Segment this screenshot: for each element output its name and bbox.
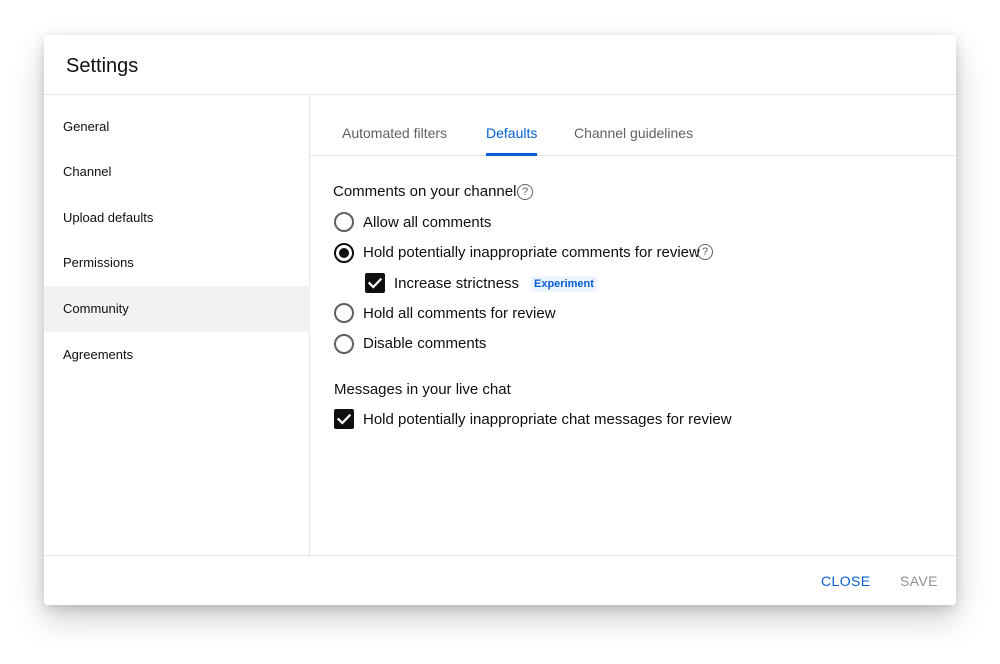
sidebar-item-general[interactable]: General [44,104,310,150]
help-icon[interactable]: ? [697,244,713,260]
sidebar-item-channel[interactable]: Channel [44,149,310,195]
sidebar-item-upload-defaults[interactable]: Upload defaults [44,195,310,241]
allow-all-comments-radio[interactable] [334,212,354,232]
help-icon[interactable]: ? [517,184,533,200]
dialog-header: Settings [44,35,956,95]
sidebar-item-community[interactable]: Community [44,286,310,332]
dialog-title: Settings [66,55,139,77]
hold-inappropriate-comments-label: Hold potentially inappropriate comments … [363,244,700,261]
experiment-badge: Experiment [531,276,597,292]
hold-chat-messages-checkbox[interactable] [334,409,354,429]
tab-channel-guidelines[interactable]: Channel guidelines [574,125,693,156]
sidebar-item-permissions[interactable]: Permissions [44,240,310,286]
close-button[interactable]: CLOSE [821,573,870,590]
settings-sidebar: General Channel Upload defaults Permissi… [44,95,310,555]
checkmark-icon [367,277,383,289]
settings-main-panel: Automated filters Defaults Channel guide… [310,95,956,555]
hold-inappropriate-comments-radio[interactable] [334,243,354,263]
tab-automated-filters[interactable]: Automated filters [342,125,447,156]
live-chat-section-title: Messages in your live chat [334,381,511,398]
settings-dialog: Settings General Channel Upload defaults… [44,35,956,605]
save-button[interactable]: SAVE [900,573,938,590]
allow-all-comments-label: Allow all comments [363,214,492,231]
dialog-footer: CLOSE SAVE [44,555,956,605]
increase-strictness-label: Increase strictness [394,275,520,292]
hold-all-comments-label: Hold all comments for review [363,305,556,322]
disable-comments-label: Disable comments [363,335,487,352]
comments-section-title: Comments on your channel [333,183,517,200]
hold-all-comments-radio[interactable] [334,303,354,323]
checkmark-icon [336,413,352,425]
increase-strictness-checkbox[interactable] [365,273,385,293]
disable-comments-radio[interactable] [334,334,354,354]
tab-defaults[interactable]: Defaults [486,125,538,156]
hold-chat-messages-label: Hold potentially inappropriate chat mess… [363,411,732,428]
tab-bar: Automated filters Defaults Channel guide… [310,95,956,156]
sidebar-item-agreements[interactable]: Agreements [44,332,310,378]
